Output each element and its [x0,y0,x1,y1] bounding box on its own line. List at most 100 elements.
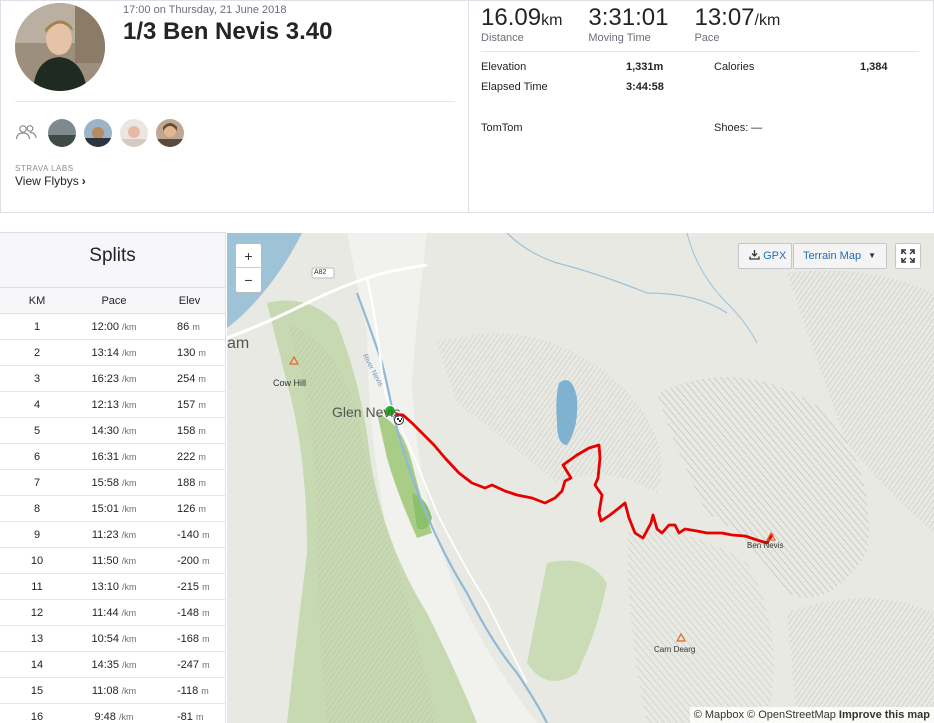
split-elev: -81 m [154,703,225,723]
column-header-pace: Pace [74,287,154,314]
split-elev-value: -168 [177,632,200,645]
pace-unit: /km [122,347,137,358]
elevation-value: 1,331m [626,61,664,73]
pace-unit: /km [122,425,137,436]
group-athletes [48,119,184,147]
map-attribution: © Mapbox © OpenStreetMap Improve this ma… [689,707,934,723]
improve-map-link[interactable]: Improve this map [839,709,930,721]
elev-unit: m [202,581,210,592]
stat-moving-time: 3:31:01 Moving Time [588,4,668,44]
split-pace: 10:54 /km [74,625,154,652]
athlete-avatar[interactable] [15,3,105,91]
zoom-out-button[interactable]: − [236,268,261,292]
divider [15,101,455,102]
athlete-avatar[interactable] [120,119,148,147]
fullscreen-button[interactable] [895,243,921,269]
pace-unit: /km [121,685,137,696]
split-pace: 16:23 /km [74,365,154,392]
stat-label: Pace [694,32,720,44]
download-icon [749,250,760,260]
split-pace: 16:31 /km [74,443,154,470]
table-row: 5 14:30 /km 158 m [0,417,225,444]
split-elev: -200 m [154,547,225,574]
zoom-in-button[interactable]: + [236,244,261,268]
split-pace: 11:44 /km [74,599,154,626]
elevation-label: Elevation [481,61,527,73]
elev-unit: m [195,711,204,722]
stat-unit: km [541,12,563,29]
split-elev-value: -247 [177,658,200,671]
split-elev-value: 86 [177,320,190,333]
elev-unit: m [198,477,206,488]
split-elev: 254 m [154,365,225,392]
split-elev: -247 m [154,651,225,678]
strava-labs-label: STRAVA LABS [15,164,74,173]
pace-unit: /km [121,529,137,540]
split-pace-value: 11:50 [91,554,119,567]
split-pace-value: 9:48 [94,710,116,723]
group-icon[interactable] [15,124,37,140]
splits-panel: Splits KM Pace Elev 1 12:00 /km 86 m 2 13:14… [0,232,226,723]
split-pace: 9:48 /km [74,703,154,723]
view-flybys-link[interactable]: View Flybys › [15,174,86,188]
split-elev-value: -215 [177,580,200,593]
table-header-row: KM Pace Elev [0,287,225,314]
pace-unit: /km [122,503,137,514]
table-row: 9 11:23 /km -140 m [0,521,225,548]
split-elev-value: 157 [177,398,196,411]
split-pace-value: 12:00 [91,320,119,333]
pace-unit: /km [122,633,137,644]
map-terrain [227,233,934,723]
split-elev: -215 m [154,573,225,600]
gpx-export-button[interactable]: GPX [738,243,792,269]
table-row: 4 12:13 /km 157 m [0,391,225,418]
table-row: 2 13:14 /km 130 m [0,339,225,366]
stat-value: 13:07 [694,4,755,31]
gpx-label: GPX [763,250,787,262]
split-elev: 158 m [154,417,225,444]
splits-title: Splits [0,233,225,287]
split-elev: -148 m [154,599,225,626]
stats-row: Elapsed Time 3:44:58 [481,79,921,99]
route-map[interactable]: A82 am Cow Hill Glen Nevis Ben Nevis Car… [227,233,934,723]
split-elev: -118 m [154,677,225,704]
athlete-avatar[interactable] [84,119,112,147]
elev-unit: m [198,399,206,410]
split-km: 12 [0,599,74,626]
elev-unit: m [192,321,200,332]
elev-unit: m [202,529,210,540]
elev-unit: m [198,373,206,384]
split-pace: 12:00 /km [74,313,154,340]
table-row: 16 9:48 /km -81 m [0,703,225,723]
split-elev-value: 126 [177,502,196,515]
table-row: 12 11:44 /km -148 m [0,599,225,626]
elev-unit: m [198,425,206,436]
split-elev-value: 222 [177,450,196,463]
split-pace: 14:35 /km [74,651,154,678]
elev-unit: m [198,347,206,358]
pace-unit: /km [122,477,137,488]
column-header-km: KM [0,287,74,314]
split-elev: 126 m [154,495,225,522]
pace-unit: /km [122,399,137,410]
table-row: 11 13:10 /km -215 m [0,573,225,600]
split-elev-value: -81 [177,710,193,723]
primary-stats: 16.09km Distance 3:31:01 Moving Time 13:… [481,4,806,44]
split-km: 1 [0,313,74,340]
fullscreen-icon [901,249,915,263]
split-km: 15 [0,677,74,704]
pace-unit: /km [122,451,137,462]
split-elev-value: -118 [177,684,199,697]
split-pace-value: 14:30 [91,424,119,437]
split-elev: 130 m [154,339,225,366]
stat-pace: 13:07/km Pace [694,4,780,44]
split-pace: 14:30 /km [74,417,154,444]
pace-unit: /km [122,659,137,670]
athlete-avatar[interactable] [48,119,76,147]
elev-unit: m [202,607,210,618]
map-style-dropdown[interactable]: Terrain Map ▼ [793,243,887,269]
pace-unit: /km [122,321,137,332]
split-elev: 86 m [154,313,225,340]
athlete-avatar[interactable] [156,119,184,147]
split-pace: 11:50 /km [74,547,154,574]
